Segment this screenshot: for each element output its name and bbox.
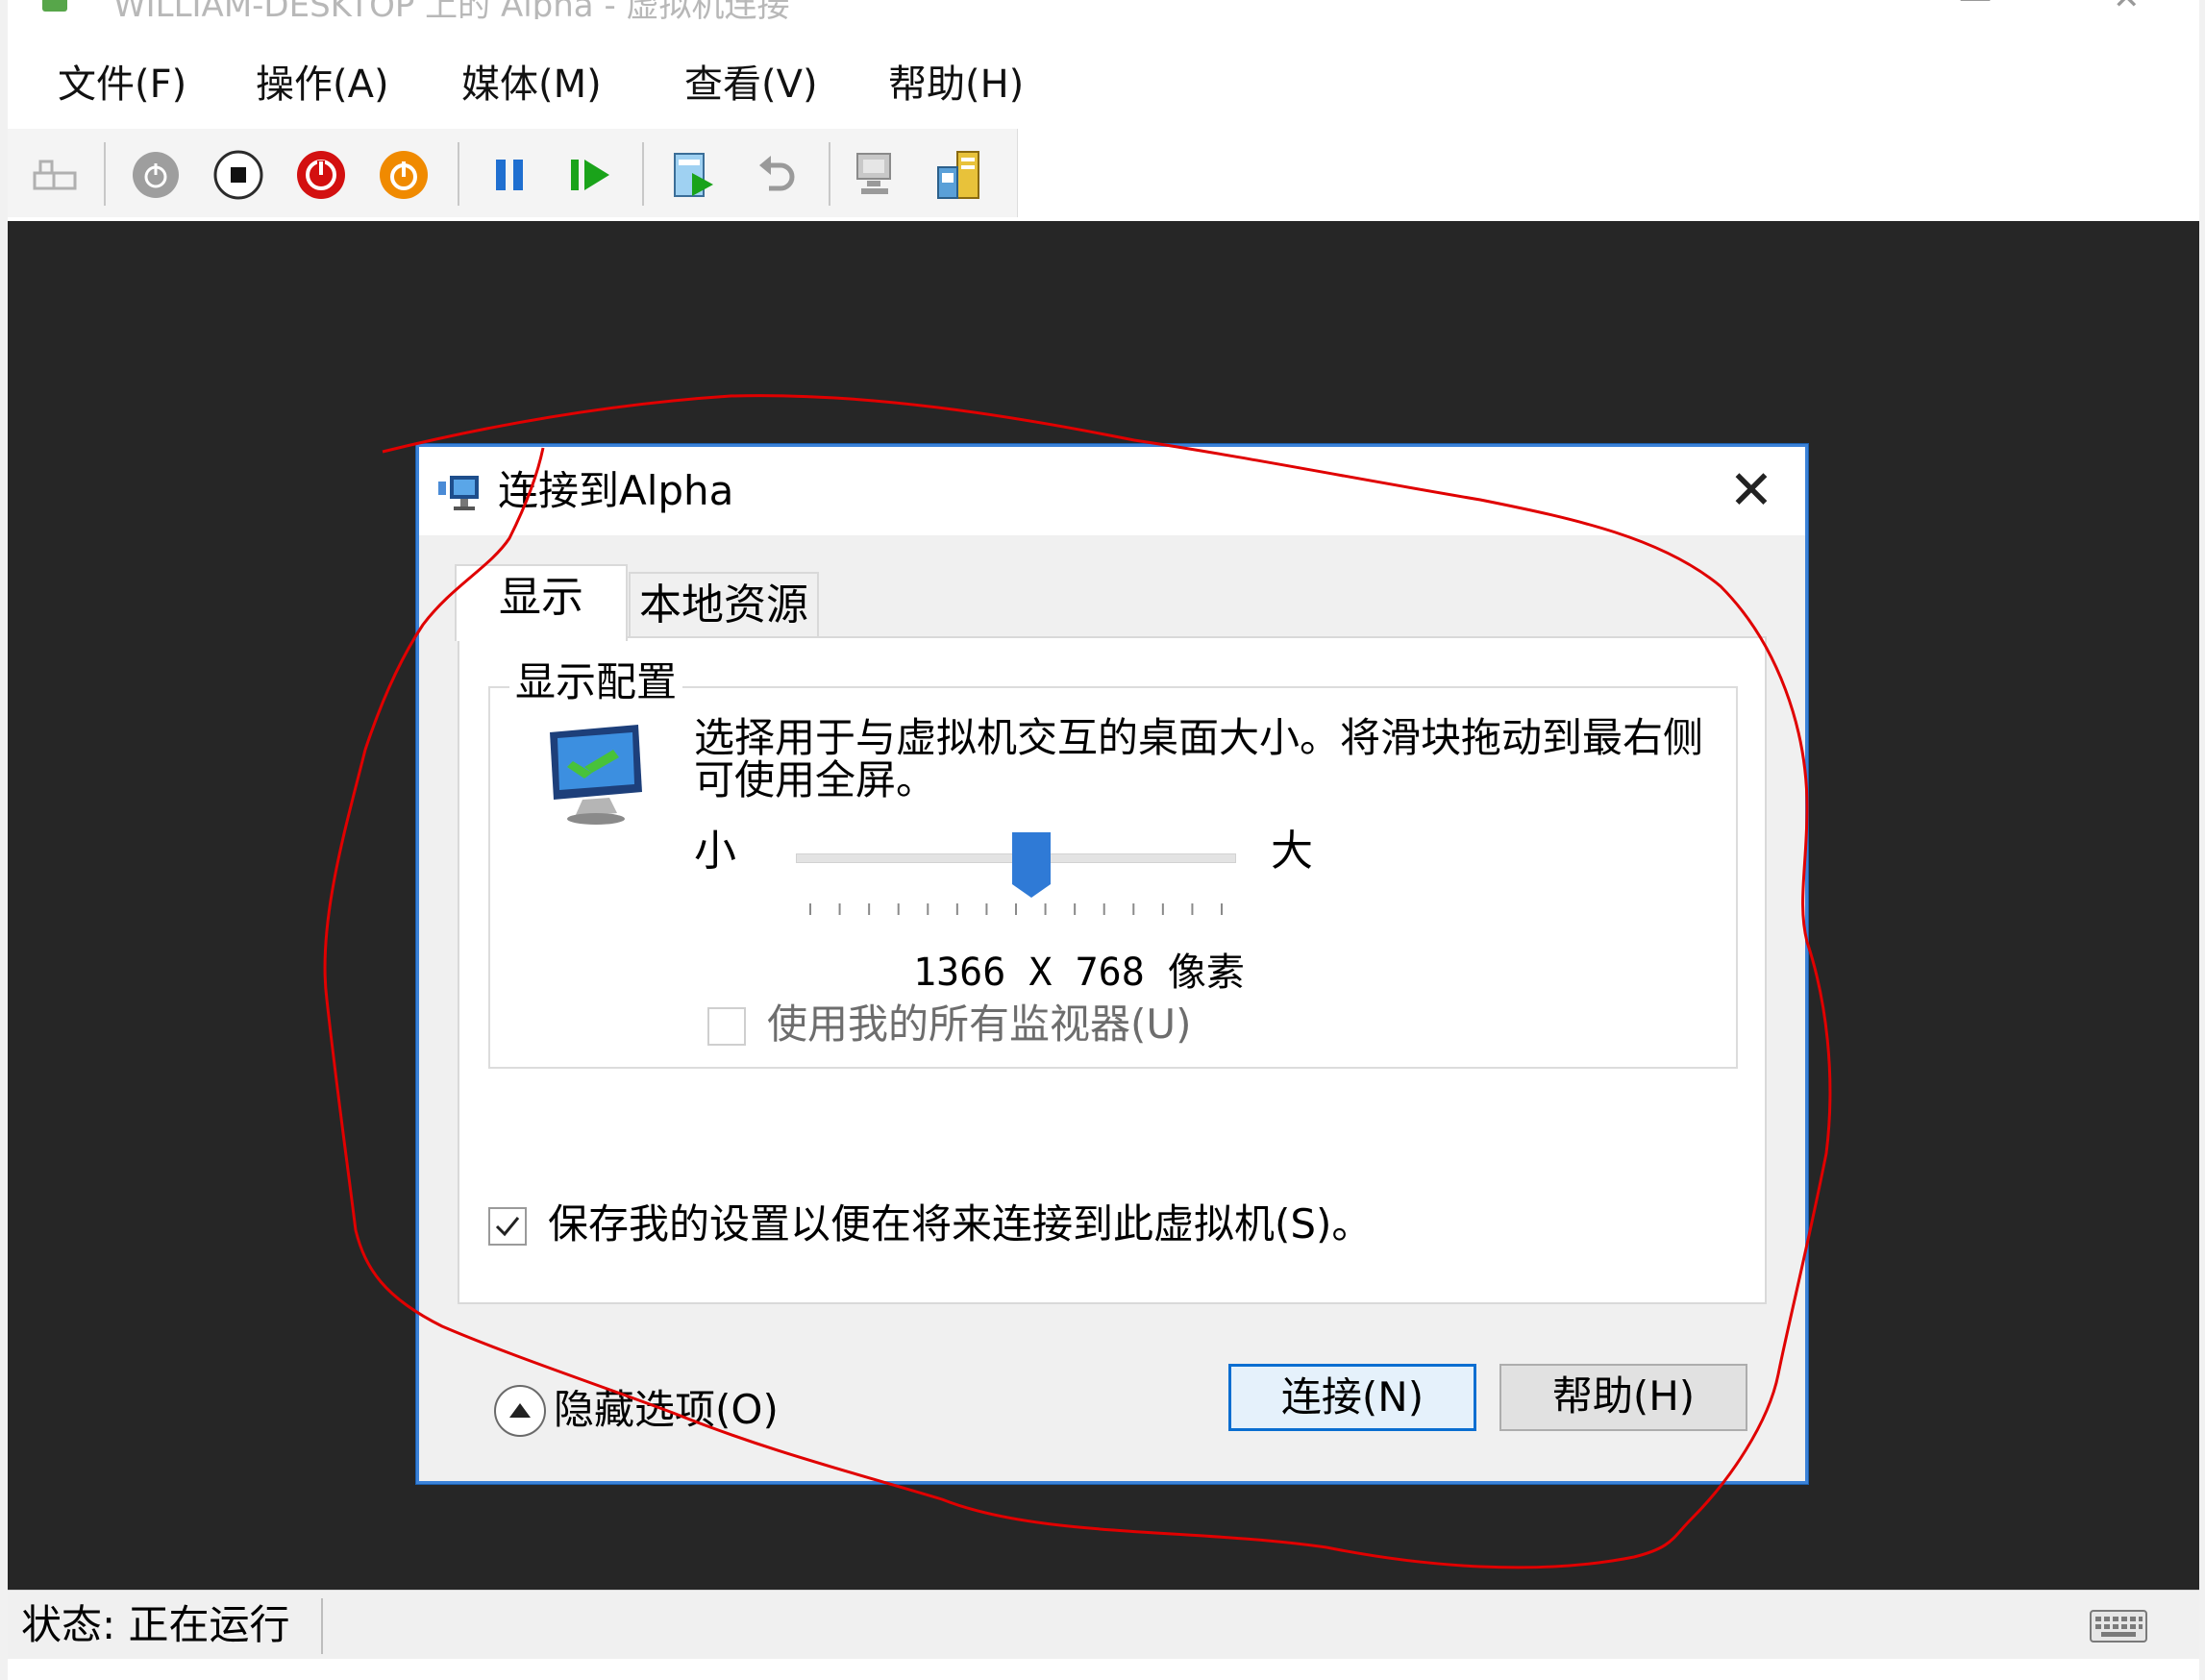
window-title: WILLIAM-DESKTOP 上的 Alpha - 虚拟机连接 bbox=[113, 0, 790, 19]
close-window-icon[interactable]: ✕ bbox=[2113, 0, 2141, 17]
slider-ticks bbox=[809, 903, 1223, 915]
turn-off-icon[interactable] bbox=[211, 148, 265, 202]
vm-connection-icon bbox=[436, 470, 483, 516]
bottom-edge bbox=[8, 1659, 2199, 1680]
pause-icon[interactable] bbox=[483, 148, 536, 202]
keyboard-icon bbox=[2090, 1610, 2147, 1643]
save-icon[interactable] bbox=[377, 148, 431, 202]
menu-bar: 文件(F) 操作(A) 媒体(M) 查看(V) 帮助(H) bbox=[8, 44, 2199, 127]
menu-file[interactable]: 文件(F) bbox=[58, 56, 186, 113]
collapse-arrow-icon[interactable] bbox=[494, 1385, 546, 1437]
dialog-title-bar: 连接到Alpha ✕ bbox=[419, 447, 1805, 535]
app-icon bbox=[42, 0, 67, 12]
save-settings-label: 保存我的设置以便在将来连接到此虚拟机(S)。 bbox=[548, 1200, 1373, 1248]
revert-icon[interactable] bbox=[750, 148, 804, 202]
ctrl-alt-del-icon[interactable] bbox=[29, 148, 83, 202]
toolbar bbox=[8, 129, 1018, 217]
slider-min-label: 小 bbox=[694, 827, 736, 876]
hide-options-label[interactable]: 隐藏选项(O) bbox=[554, 1383, 779, 1437]
checkpoint-icon[interactable] bbox=[667, 148, 721, 202]
tab-local-resources[interactable]: 本地资源 bbox=[629, 572, 819, 641]
status-bar: 状态: 正在运行 bbox=[8, 1590, 2199, 1660]
start-icon[interactable] bbox=[129, 148, 183, 202]
display-description: 选择用于与虚拟机交互的桌面大小。将滑块拖动到最右侧可使用全屏。 bbox=[694, 714, 1704, 803]
share-icon[interactable] bbox=[932, 148, 986, 202]
vm-connection-window: WILLIAM-DESKTOP 上的 Alpha - 虚拟机连接 — ✕ 文件(… bbox=[0, 0, 2205, 1680]
minimize-icon[interactable]: — bbox=[1959, 0, 1992, 17]
group-label: 显示配置 bbox=[509, 655, 683, 709]
dialog-title: 连接到Alpha bbox=[498, 467, 734, 514]
title-bar: WILLIAM-DESKTOP 上的 Alpha - 虚拟机连接 — ✕ bbox=[8, 0, 2199, 19]
enhanced-session-icon[interactable] bbox=[852, 148, 905, 202]
resume-icon[interactable] bbox=[563, 148, 617, 202]
slider-thumb[interactable] bbox=[1012, 832, 1051, 898]
connect-dialog: 连接到Alpha ✕ 显示 本地资源 显示配置 选择用于与虚拟机交互的桌面大小。… bbox=[416, 444, 1808, 1484]
resolution-readout: 1366 X 768 像素 bbox=[913, 948, 1245, 998]
status-text: 状态: 正在运行 bbox=[21, 1601, 290, 1648]
tab-display[interactable]: 显示 bbox=[455, 564, 628, 641]
use-all-monitors-label: 使用我的所有监视器(U) bbox=[767, 1001, 1192, 1048]
use-all-monitors-checkbox[interactable] bbox=[707, 1007, 746, 1046]
save-settings-checkbox[interactable] bbox=[488, 1207, 527, 1246]
status-divider bbox=[321, 1598, 323, 1654]
menu-view[interactable]: 查看(V) bbox=[684, 56, 818, 113]
monitor-icon bbox=[546, 723, 652, 828]
resolution-value: 1366 X 768 bbox=[913, 951, 1145, 995]
menu-media[interactable]: 媒体(M) bbox=[461, 56, 602, 113]
menu-help[interactable]: 帮助(H) bbox=[888, 56, 1024, 113]
display-size-slider[interactable] bbox=[796, 832, 1236, 928]
help-button[interactable]: 帮助(H) bbox=[1499, 1364, 1747, 1431]
connect-button[interactable]: 连接(N) bbox=[1228, 1364, 1476, 1431]
slider-max-label: 大 bbox=[1271, 827, 1313, 876]
menu-action[interactable]: 操作(A) bbox=[256, 56, 389, 113]
resolution-unit: 像素 bbox=[1167, 951, 1245, 995]
shut-down-icon[interactable] bbox=[294, 148, 348, 202]
display-config-group: 显示配置 选择用于与虚拟机交互的桌面大小。将滑块拖动到最右侧可使用全屏。 小 大… bbox=[488, 655, 1738, 1069]
dialog-close-icon[interactable]: ✕ bbox=[1721, 462, 1782, 524]
display-tab-panel: 显示配置 选择用于与虚拟机交互的桌面大小。将滑块拖动到最右侧可使用全屏。 小 大… bbox=[458, 636, 1767, 1304]
